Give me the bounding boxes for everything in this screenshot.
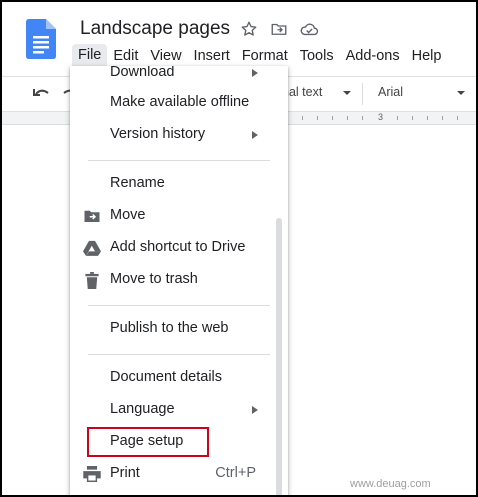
toolbar-divider (362, 83, 363, 105)
menu-divider (88, 354, 270, 355)
ruler-tick (457, 116, 458, 120)
ruler-tick (362, 116, 363, 120)
paragraph-style-select[interactable]: nal text (282, 85, 322, 99)
shortcut-hint: Ctrl+P (215, 465, 256, 481)
menu-item-move-to-trash[interactable]: Move to trash (70, 265, 288, 295)
app-window: Landscape pages File Edit View Insert Fo… (0, 0, 478, 497)
menu-help[interactable]: Help (406, 45, 448, 67)
submenu-arrow-icon (252, 69, 258, 77)
menu-item-document-details[interactable]: Document details (70, 363, 288, 393)
chevron-down-icon[interactable] (456, 89, 466, 97)
menu-item-version-history[interactable]: Version history (70, 120, 288, 150)
menu-item-download[interactable]: Download (70, 66, 288, 88)
document-title[interactable]: Landscape pages (80, 18, 230, 40)
menu-item-make-available-offline[interactable]: Make available offline (70, 88, 288, 118)
ruler-tick (347, 116, 348, 120)
ruler-tick (427, 116, 428, 120)
printer-icon (82, 464, 102, 484)
menu-format[interactable]: Format (236, 45, 294, 67)
menu-item-language[interactable]: Language (70, 395, 288, 425)
ruler-number: 3 (378, 112, 384, 122)
page-setup-highlight-box (87, 427, 209, 457)
ruler-tick (332, 116, 333, 120)
ruler-tick (412, 116, 413, 120)
menu-view[interactable]: View (144, 45, 187, 67)
watermark: www.deuag.com (350, 478, 431, 490)
ruler-tick (317, 116, 318, 120)
menu-item-add-shortcut-to-drive[interactable]: Add shortcut to Drive (70, 233, 288, 263)
docs-logo-icon[interactable] (26, 19, 56, 59)
title-actions (239, 19, 319, 39)
chevron-down-icon[interactable] (342, 89, 352, 97)
move-folder-icon (82, 206, 102, 226)
menu-add-ons[interactable]: Add-ons (340, 45, 406, 67)
menu-edit[interactable]: Edit (107, 45, 144, 67)
menu-divider (88, 160, 270, 161)
menu-tools[interactable]: Tools (294, 45, 340, 67)
menu-bar: File Edit View Insert Format Tools Add-o… (72, 43, 448, 69)
star-icon[interactable] (239, 19, 259, 39)
menu-scrollbar[interactable] (276, 218, 282, 495)
menu-item-rename[interactable]: Rename (70, 169, 288, 199)
trash-icon (82, 270, 102, 290)
menu-divider (88, 305, 270, 306)
submenu-arrow-icon (252, 131, 258, 139)
cloud-status-icon[interactable] (299, 19, 319, 39)
drive-shortcut-icon (82, 238, 102, 258)
ruler-tick (442, 116, 443, 120)
menu-insert[interactable]: Insert (188, 45, 236, 67)
ruler-tick (397, 116, 398, 120)
ruler-tick (302, 116, 303, 120)
menu-file[interactable]: File (72, 43, 108, 69)
undo-icon[interactable] (32, 85, 52, 103)
menu-item-publish-to-the-web[interactable]: Publish to the web (70, 314, 288, 344)
menu-item-move[interactable]: Move (70, 201, 288, 231)
menu-item-print[interactable]: Print Ctrl+P (70, 459, 288, 489)
submenu-arrow-icon (252, 406, 258, 414)
move-folder-icon[interactable] (269, 19, 289, 39)
font-select[interactable]: Arial (378, 85, 403, 99)
